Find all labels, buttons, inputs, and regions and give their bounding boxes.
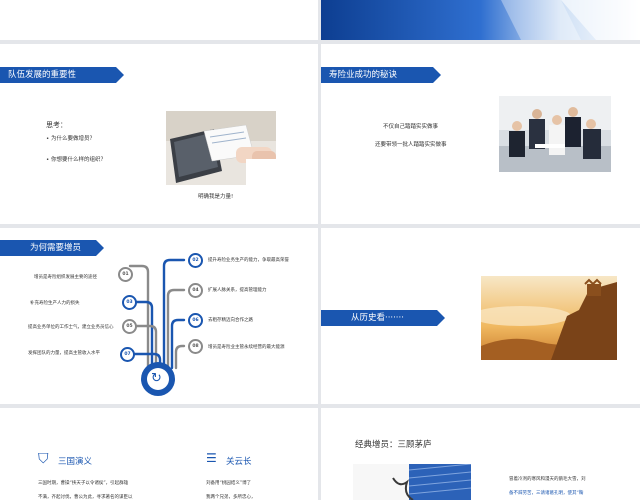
slide-2-caption: 明确我是力量!: [198, 194, 234, 200]
item-04-badge: 04: [188, 283, 203, 298]
list-icon: ☰: [206, 451, 217, 465]
item-05-text: 提高业务单位的工作士气，建立业务员信心: [28, 325, 114, 330]
slide-3-thumbnail[interactable]: 寿险业成功的秘诀 不仅自己踏踏实实做事 还要带领一批人踏踏实实做事: [321, 44, 640, 224]
slide-4-thumbnail[interactable]: 为何需要增员 ↻ 01 增员是寿险组织发展主要的途径 03 补充寿险生产人力的损…: [0, 228, 318, 404]
laptop-handshake-photo: [166, 111, 276, 185]
item-03-text: 补充寿险生产人力的损失: [30, 301, 80, 306]
business-team-photo: [499, 96, 611, 172]
item-02-badge: 02: [188, 253, 203, 268]
slide-1-thumbnail[interactable]: [0, 0, 318, 40]
item-04-text: 扩展人脉关系，提高管理能力: [208, 288, 267, 293]
col1-title: 三国演义: [58, 457, 93, 467]
slide-cover-thumbnail[interactable]: [321, 0, 640, 40]
col1-line-2: 不满，齐起讨伐，曹公为此，寻求著名的谋臣以: [38, 495, 133, 500]
handwriting-photo: [353, 464, 471, 500]
item-07-badge: 07: [120, 347, 135, 362]
question-1: • 为什么要做增员？: [46, 136, 96, 142]
slide-7-line-2: 备不辞劳苦，三请诸葛孔明，使其“鞠: [509, 491, 584, 496]
cover-graphic: [321, 0, 640, 40]
item-06-text: 去粗存精迈向合作之路: [208, 318, 253, 323]
item-01-text: 增员是寿险组织发展主要的途径: [34, 275, 97, 280]
shield-icon: ⛉: [38, 451, 49, 467]
slide-2-thumbnail[interactable]: 队伍发展的重要性 思考： • 为什么要做增员？ • 你想要什么样的组织？ 明确我…: [0, 44, 318, 224]
item-08-text: 增员是寿险业主管永续经营的最大能源: [208, 345, 285, 350]
slide-7-title: 经典增员：三顾茅庐: [355, 440, 432, 450]
slide-5-thumbnail[interactable]: 从历史看·······: [321, 228, 640, 404]
item-01-badge: 01: [118, 267, 133, 282]
col2-line-2: 我两个兄弟，多所忠心，: [206, 495, 256, 500]
slide-3-line-2: 还要带领一批人踏踏实实做事: [375, 142, 447, 148]
slide-7-line-1: 冒着冷冽的寒风和漫天的鹅毛大雪，刘: [509, 477, 586, 482]
item-06-badge: 06: [188, 313, 203, 328]
slide-2-banner: 队伍发展的重要性: [0, 67, 124, 83]
slide-5-banner: 从历史看·······: [321, 310, 445, 326]
slide-7-thumbnail[interactable]: 经典增员：三顾茅庐 冒着冷冽的寒风和漫天的鹅毛大雪，刘 备不辞劳苦，三请诸葛孔明…: [321, 408, 640, 500]
item-07-text: 发挥团队的力量，提高主管收入水平: [28, 351, 100, 356]
refresh-icon: ↻: [151, 371, 162, 386]
slide-3-banner: 寿险业成功的秘诀: [321, 67, 441, 83]
item-02-text: 提升寿险业务生产的能力，争取最高荣誉: [208, 258, 289, 263]
slide-6-thumbnail[interactable]: ⛉ 三国演义 三国时期，曹操“挟天子以令诸侯”，引起群雄 不满，齐起讨伐，曹公为…: [0, 408, 318, 500]
great-wall-photo: [481, 276, 617, 360]
think-label: 思考：: [46, 121, 67, 129]
col2-line-1: 刘备用“桃园结义”博了: [206, 481, 252, 486]
col1-line-1: 三国时期，曹操“挟天子以令诸侯”，引起群雄: [38, 481, 129, 486]
col2-title: 关云长: [226, 457, 252, 467]
item-08-badge: 08: [188, 339, 203, 354]
question-2: • 你想要什么样的组织？: [46, 157, 107, 163]
slide-3-line-1: 不仅自己踏踏实实做事: [383, 124, 439, 130]
item-03-badge: 03: [122, 295, 137, 310]
item-05-badge: 05: [122, 319, 137, 334]
